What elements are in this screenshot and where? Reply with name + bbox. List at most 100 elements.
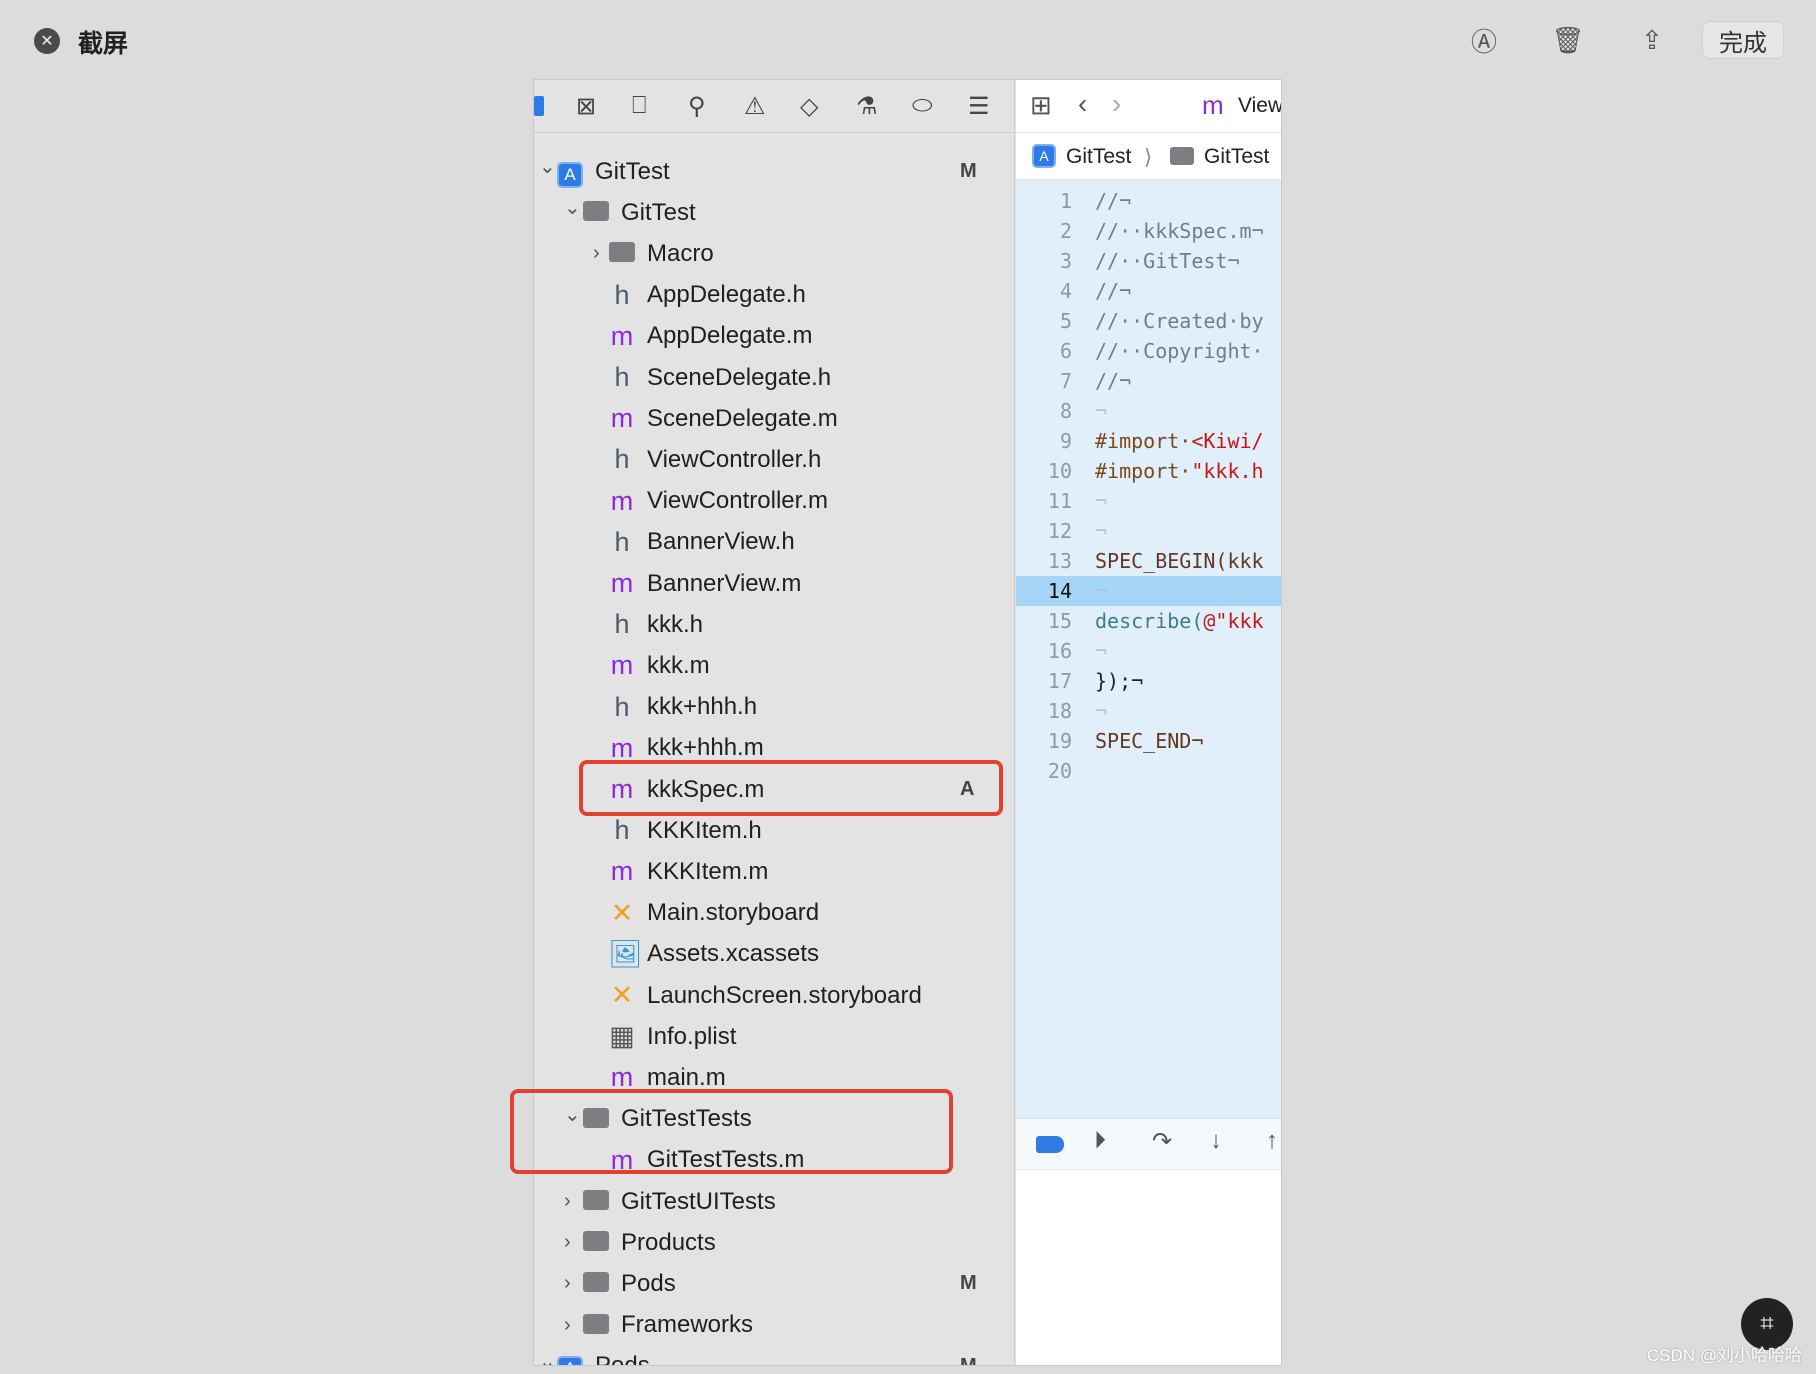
editor-tab-label[interactable]: View <box>1238 94 1281 118</box>
navigator-row[interactable]: › GitTestUITests <box>534 1181 1015 1222</box>
navigator-row[interactable]: h kkk+hhh.h <box>534 687 1015 728</box>
code-line[interactable]: 16 ¬ <box>1016 636 1281 666</box>
code-line[interactable]: 19 SPEC_END¬ <box>1016 726 1281 756</box>
navigator-row[interactable]: ✕ Main.storyboard <box>534 893 1015 934</box>
navigator-row[interactable]: ✕ LaunchScreen.storyboard <box>534 975 1015 1016</box>
step-into-icon[interactable]: ↓ <box>1210 1127 1222 1155</box>
code-line[interactable]: 18 ¬ <box>1016 696 1281 726</box>
test-icon[interactable]: ◇ <box>800 92 818 121</box>
navigator-row[interactable]: m kkk.m <box>534 645 1015 686</box>
navigator-row[interactable]: ⌄ A GitTest M <box>534 151 1015 192</box>
navigator-row[interactable]: m ViewController.m <box>534 481 1015 522</box>
chevron-down-icon[interactable]: ⌄ <box>539 154 556 179</box>
bookmark-icon[interactable]: ⎕ <box>632 92 646 120</box>
navigator-row-label: Pods <box>621 1269 676 1297</box>
code-line[interactable]: 10 #import·"kkk.h <box>1016 456 1281 486</box>
navigator-row[interactable]: ▦ Info.plist <box>534 1016 1015 1057</box>
source-control-icon[interactable]: ⊠ <box>576 92 596 121</box>
navigator-row[interactable]: m AppDelegate.m <box>534 316 1015 357</box>
navigator-row[interactable]: m KKKItem.m <box>534 851 1015 892</box>
highlight-box-kkkspec <box>579 760 1003 816</box>
grid-icon[interactable]: ⊞ <box>1030 90 1052 121</box>
breakpoint-icon[interactable]: ⬭ <box>912 92 933 120</box>
navigator-row-label: Pods <box>595 1352 650 1366</box>
code-line[interactable]: 15 describe(@"kkk <box>1016 606 1281 636</box>
navigator-row[interactable]: h kkk.h <box>534 604 1015 645</box>
navigator-row[interactable]: h ViewController.h <box>534 439 1015 480</box>
navigator-row[interactable]: h KKKItem.h <box>534 810 1015 851</box>
navigator-row[interactable]: ⌄A Pods M <box>534 1346 1015 1366</box>
code-line[interactable]: 1 //¬ <box>1016 186 1281 216</box>
report-icon[interactable]: ☰ <box>968 92 990 121</box>
code-line[interactable]: 7 //¬ <box>1016 366 1281 396</box>
done-button[interactable]: 完成 <box>1702 21 1784 59</box>
navigator-row[interactable]: h AppDelegate.h <box>534 275 1015 316</box>
code-text: //··Created·by <box>1095 309 1264 333</box>
breadcrumb-item[interactable]: GitTest <box>1066 145 1131 169</box>
markup-icon[interactable]: Ⓐ <box>1466 22 1502 58</box>
navigator-row-label: GitTest <box>595 157 670 185</box>
h-file-icon: h <box>614 815 630 846</box>
code-line[interactable]: 6 //··Copyright· <box>1016 336 1281 366</box>
chevron-right-icon[interactable]: › <box>564 1272 571 1295</box>
debug-icon[interactable]: ⚗ <box>856 92 878 121</box>
code-line[interactable]: 11 ¬ <box>1016 486 1281 516</box>
code-line[interactable]: 14 ¬ <box>1016 576 1281 606</box>
folder-icon <box>582 197 610 228</box>
trash-icon[interactable]: 🗑 <box>1550 22 1586 58</box>
step-over-icon[interactable]: ↷ <box>1152 1127 1172 1156</box>
chevron-right-icon[interactable]: › <box>593 242 600 265</box>
navigator-row-label: Main.storyboard <box>647 899 820 927</box>
project-navigator-icon[interactable] <box>534 96 544 116</box>
issue-icon[interactable]: ⚠ <box>744 92 766 121</box>
code-line[interactable]: 8 ¬ <box>1016 396 1281 426</box>
code-line[interactable]: 13 SPEC_BEGIN(kkk <box>1016 546 1281 576</box>
navigator-row[interactable]: ⌄ GitTest <box>534 192 1015 233</box>
chevron-down-icon[interactable]: ⌄ <box>564 195 581 220</box>
folder-icon <box>582 1268 610 1299</box>
close-icon[interactable]: ✕ <box>34 28 60 54</box>
code-line[interactable]: 2 //··kkkSpec.m¬ <box>1016 216 1281 246</box>
line-number: 1 <box>1059 189 1072 213</box>
back-icon[interactable]: ‹ <box>1078 88 1087 120</box>
chevron-down-icon[interactable]: ⌄ <box>539 1349 556 1365</box>
navigator-row[interactable]: › Macro <box>534 233 1015 274</box>
code-text: ¬ <box>1095 639 1108 663</box>
code-text: SPEC_END¬ <box>1095 729 1204 753</box>
code-line[interactable]: 20 <box>1016 756 1281 786</box>
navigator-row-label: SceneDelegate.m <box>647 404 838 432</box>
navigator-row[interactable]: › Products <box>534 1222 1015 1263</box>
step-out-icon[interactable]: ↑ <box>1266 1127 1278 1155</box>
navigator-row[interactable]: m SceneDelegate.m <box>534 398 1015 439</box>
navigator-row-label: BannerView.m <box>647 569 802 597</box>
code-line[interactable]: 17});¬ <box>1016 666 1281 696</box>
navigator-row-label: BannerView.h <box>647 528 795 556</box>
breadcrumb-item[interactable]: GitTest <box>1204 145 1269 169</box>
h-file-icon: h <box>614 691 630 722</box>
code-line[interactable]: 12 ¬ <box>1016 516 1281 546</box>
chevron-right-icon[interactable]: › <box>564 1231 571 1254</box>
code-line[interactable]: 5 //··Created·by <box>1016 306 1281 336</box>
forward-icon[interactable]: › <box>1112 88 1121 120</box>
m-file-icon: m <box>610 320 634 351</box>
code-line[interactable]: 9 #import·<Kiwi/ <box>1016 426 1281 456</box>
share-icon[interactable]: ⇪ <box>1634 22 1670 58</box>
code-text: //¬ <box>1095 189 1132 213</box>
navigator-row[interactable]: › Frameworks <box>534 1305 1015 1346</box>
navigator-row[interactable]: m BannerView.m <box>534 563 1015 604</box>
chevron-right-icon[interactable]: › <box>564 1190 571 1213</box>
navigator-row[interactable]: › Pods M <box>534 1263 1015 1304</box>
chevron-right-icon[interactable]: › <box>564 1314 571 1337</box>
navigator-row[interactable]: h BannerView.h <box>534 522 1015 563</box>
find-icon[interactable]: ⚲ <box>688 92 706 121</box>
code-area[interactable]: 1 //¬ 2 //··kkkSpec.m¬ 3 //··GitTest¬ 4 //¬ 5 //·… <box>1016 180 1281 1118</box>
navigator-row[interactable]: 🖼 Assets.xcassets <box>534 934 1015 975</box>
navigator-row[interactable]: h SceneDelegate.h <box>534 357 1015 398</box>
code-line[interactable]: 4 //¬ <box>1016 276 1281 306</box>
code-line[interactable]: 3 //··GitTest¬ <box>1016 246 1281 276</box>
editor: ⊞ ‹ › m View A GitTest ⟩ GitTest 1 //¬ 2 //… <box>1016 80 1281 1365</box>
continue-icon[interactable]: ⏵ <box>1094 1127 1106 1155</box>
h-file-icon: h <box>614 362 630 392</box>
breakpoints-toggle-icon[interactable] <box>1036 1136 1064 1153</box>
screenshot-title: 截屏 <box>78 30 129 58</box>
